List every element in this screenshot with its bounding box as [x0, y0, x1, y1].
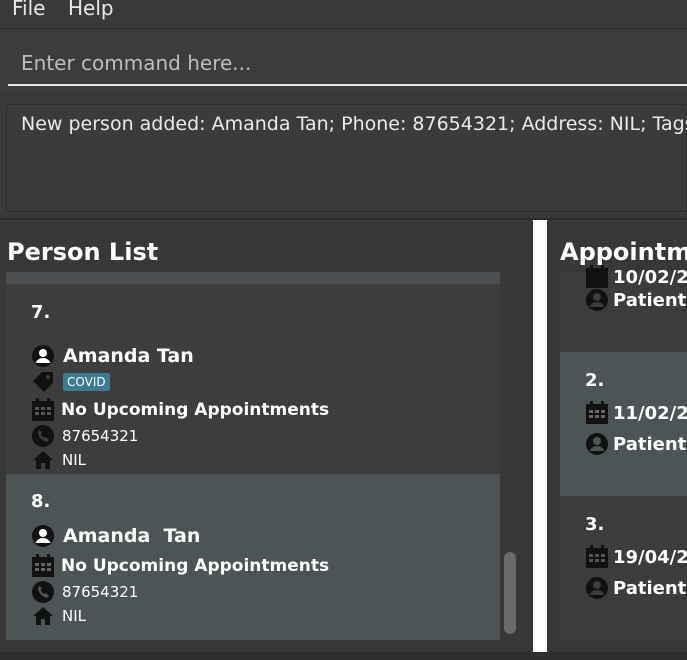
appointment-patient: Patient:: [613, 289, 687, 311]
person-list-title: Person List: [7, 238, 159, 266]
person-name: Amanda Tan: [63, 345, 194, 367]
previous-card-edge: [6, 272, 500, 284]
menu-file[interactable]: File: [12, 0, 45, 20]
tag-badge: COVID: [63, 373, 110, 391]
calendar-icon: [31, 398, 55, 422]
calendar-icon: [585, 265, 609, 289]
phone-number: 87654321: [62, 583, 139, 601]
command-input[interactable]: [8, 42, 687, 86]
person-card[interactable]: 7. Amanda Tan COVID No Upcoming Appointm…: [6, 284, 500, 474]
menu-bar: File Help: [0, 0, 687, 29]
appointment-date: 10/02/2: [613, 266, 687, 288]
appointment-index: 3.: [585, 514, 605, 535]
calendar-icon: [585, 545, 609, 569]
calendar-icon: [31, 554, 55, 578]
person-index: 7.: [31, 302, 51, 323]
appointment-patient: Patient:: [613, 577, 687, 599]
appointment-index: 2.: [585, 370, 605, 391]
menu-help[interactable]: Help: [68, 0, 114, 20]
appointment-status: No Upcoming Appointments: [61, 400, 330, 420]
result-display: New person added: Amanda Tan; Phone: 876…: [6, 104, 687, 212]
appointment-list-title: Appointme: [560, 238, 687, 266]
tag-icon: [31, 370, 55, 394]
phone-icon: [31, 424, 55, 448]
address: NIL: [62, 607, 87, 625]
person-icon: [31, 344, 55, 368]
person-index: 8.: [31, 491, 51, 512]
person-icon: [31, 524, 55, 548]
person-name: Amanda Tan: [63, 525, 201, 547]
result-text: New person added: Amanda Tan; Phone: 876…: [21, 113, 687, 135]
person-icon: [585, 288, 609, 312]
appointment-card[interactable]: 2. 11/02/20 Patient:: [560, 352, 687, 496]
phone-icon: [31, 580, 55, 604]
split-pane-divider[interactable]: [533, 220, 547, 660]
person-card[interactable]: 8. Amanda Tan No Upcoming Appointments 8…: [6, 474, 500, 640]
person-icon: [585, 576, 609, 600]
person-list-scrollbar[interactable]: [504, 552, 516, 634]
appointment-card[interactable]: 3. 19/04/20 Patient:: [560, 496, 687, 640]
appointment-list-panel: Appointme 10/02/2 Patient: 2. 11/02/20 P…: [547, 220, 687, 660]
appointment-date: 11/02/20: [613, 402, 687, 424]
appointment-status: No Upcoming Appointments: [61, 556, 330, 576]
status-bar: [0, 652, 687, 660]
appointment-card[interactable]: 10/02/2 Patient:: [560, 265, 687, 352]
person-icon: [585, 432, 609, 456]
appointment-date: 19/04/20: [613, 546, 687, 568]
home-icon: [31, 604, 55, 628]
calendar-icon: [585, 401, 609, 425]
home-icon: [31, 448, 55, 472]
person-list[interactable]: 7. Amanda Tan COVID No Upcoming Appointm…: [6, 272, 500, 640]
phone-number: 87654321: [62, 427, 139, 445]
appointment-patient: Patient:: [613, 433, 687, 455]
address: NIL: [62, 451, 87, 469]
